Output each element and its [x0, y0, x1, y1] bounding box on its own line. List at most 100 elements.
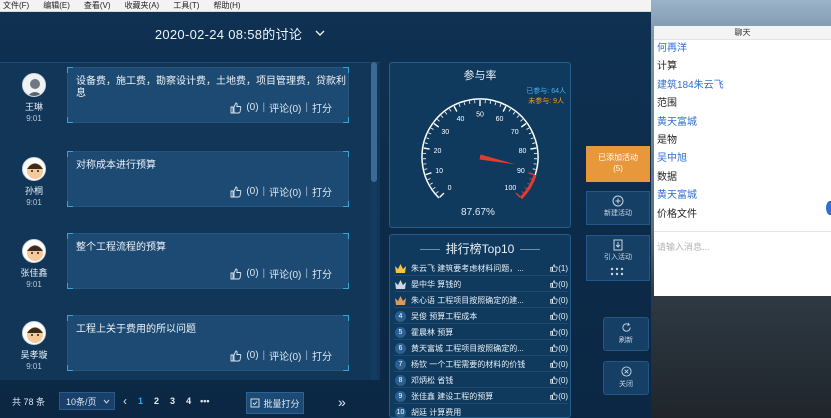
ranking-like-count: (0) [558, 375, 568, 385]
ranking-text: 胡廷 计算费用 [411, 407, 462, 417]
gauge-tick [439, 192, 445, 198]
ranking-likes[interactable]: (0) [544, 344, 568, 353]
gauge-tick-label: 80 [519, 148, 527, 155]
like-count[interactable]: (0) [246, 268, 258, 279]
gauge-tick [435, 191, 439, 194]
chat-sender: 建筑184朱云飞 [657, 79, 724, 91]
ranking-likes[interactable]: (0) [544, 328, 568, 337]
rank-number-label: 6 [395, 342, 406, 354]
list-item: 吴孝璇 9:01 工程上关于费用的所以问题 (0) | 评论(0) | 打分 [0, 310, 370, 394]
gauge-tick [426, 137, 430, 140]
gauge-tick [502, 105, 507, 112]
comment-link[interactable]: 评论(0) [269, 266, 301, 281]
menu-favorites[interactable]: 收藏夹(A) [125, 0, 160, 11]
thumbs-up-icon[interactable] [230, 102, 242, 114]
ranking-row[interactable]: 6 黄天富城 工程项目按照确定的... (0) [394, 341, 568, 356]
prev-page-button[interactable]: ‹ [123, 394, 127, 408]
post-card: 对称成本进行预算 (0) | 评论(0) | 打分 [67, 151, 349, 207]
plus-circle-icon [612, 195, 624, 207]
chat-input[interactable]: 请输入消息... [654, 231, 831, 296]
post-list-scrollbar[interactable] [371, 62, 377, 380]
more-pages[interactable]: ••• [200, 396, 209, 406]
batch-score-button[interactable]: 批量打分 [246, 392, 304, 414]
ranking-row[interactable]: 10 胡廷 计算费用 [394, 405, 568, 417]
score-link[interactable]: 打分 [312, 184, 332, 199]
gauge-tick [427, 178, 431, 181]
like-count[interactable]: (0) [246, 350, 258, 361]
participation-gauge: 0 10 20 30 40 50 60 70 80 90 100 [421, 98, 539, 200]
chat-window: 聊天 何再洋 计算 建筑184朱云飞 范围 黄天富城 是物 吴中旭 数据 黄天富城 价格文件 请输… [654, 26, 831, 296]
rank-number: 4 [394, 310, 407, 322]
ranking-likes[interactable]: (0) [544, 280, 568, 289]
ranking-row[interactable]: 5 霍晨林 预算 (0) [394, 325, 568, 340]
crown-icon [394, 262, 407, 274]
ranking-row[interactable]: 朱云飞 建筑要考虑材料问题，... (1) [394, 261, 568, 276]
total-count: 共 78 条 [12, 396, 46, 407]
gauge-tick [425, 172, 432, 176]
gauge-tick [428, 132, 432, 135]
gauge-tick [520, 119, 524, 122]
comment-link[interactable]: 评论(0) [269, 100, 301, 115]
page-4[interactable]: 4 [186, 396, 191, 406]
ranking-likes[interactable]: (1) [544, 264, 568, 273]
thumbs-up-icon[interactable] [230, 268, 242, 280]
menu-help[interactable]: 帮助(H) [213, 0, 240, 11]
like-count[interactable]: (0) [246, 102, 258, 113]
menu-tools[interactable]: 工具(T) [173, 0, 199, 11]
like-count[interactable]: (0) [246, 186, 258, 197]
page-1[interactable]: 1 [138, 396, 143, 406]
page-size-select[interactable]: 10条/页 [59, 392, 116, 410]
gauge-tick-label: 40 [457, 116, 465, 123]
import-icon [613, 239, 623, 251]
avatar [22, 239, 46, 263]
page-3[interactable]: 3 [170, 396, 175, 406]
gauge-tick [463, 102, 466, 106]
chat-message: 价格文件 [657, 208, 697, 220]
gauge-tick [458, 103, 461, 107]
ranking-likes[interactable]: (0) [544, 360, 568, 369]
rank-number-label: 5 [395, 326, 406, 338]
double-chevron-right-icon[interactable]: » [338, 394, 346, 410]
score-link[interactable]: 打分 [312, 266, 332, 281]
new-activity-button[interactable]: 新建活动 [586, 191, 650, 225]
post-author: 张佳鑫 [20, 268, 48, 278]
score-link[interactable]: 打分 [312, 100, 332, 115]
side-handle[interactable] [826, 201, 831, 215]
close-button[interactable]: 关闭 [603, 361, 649, 395]
thumbs-up-icon[interactable] [230, 186, 242, 198]
discussion-title[interactable]: 2020-02-24 08:58的讨论 [155, 24, 302, 43]
added-activity-button[interactable]: 已添加活动 (5) [586, 146, 650, 182]
thumbs-up-icon[interactable] [230, 350, 242, 362]
discussion-header: 2020-02-24 08:58的讨论 [0, 12, 651, 54]
gauge-tick [424, 142, 428, 144]
menu-edit[interactable]: 编辑(E) [43, 0, 70, 11]
ranking-likes[interactable]: (0) [544, 376, 568, 385]
ranking-row[interactable]: 9 张佳鑫 建设工程的预算 (0) [394, 389, 568, 404]
comment-link[interactable]: 评论(0) [269, 184, 301, 199]
gauge-tick [489, 100, 492, 105]
ranking-likes[interactable]: (0) [544, 312, 568, 321]
page-2[interactable]: 2 [154, 396, 159, 406]
menu-view[interactable]: 查看(V) [84, 0, 111, 11]
ranking-row[interactable]: 晏中华 算钱的 (0) [394, 277, 568, 292]
ranking-like-count: (1) [558, 263, 568, 273]
gauge-tick [440, 115, 444, 118]
score-link[interactable]: 打分 [312, 348, 332, 363]
gauge-tick-label: 30 [441, 129, 449, 136]
ranking-row[interactable]: 朱心语 工程项目按照确定的建... (0) [394, 293, 568, 308]
refresh-button[interactable]: 刷新 [603, 317, 649, 351]
ranking-likes[interactable]: (0) [544, 296, 568, 305]
post-card: 整个工程流程的预算 (0) | 评论(0) | 打分 [67, 233, 349, 289]
more-dots-icon[interactable] [610, 267, 624, 277]
chevron-down-icon[interactable] [314, 27, 326, 39]
ranking-row[interactable]: 8 邓炳松 省钱 (0) [394, 373, 568, 388]
menu-file[interactable]: 文件(F) [3, 0, 29, 11]
gauge-tick [508, 108, 511, 112]
post-time: 9:01 [26, 198, 42, 207]
ranking-likes[interactable]: (0) [544, 392, 568, 401]
gauge-tick [453, 105, 458, 112]
ranking-row[interactable]: 4 吴俊 预算工程成本 (0) [394, 309, 568, 324]
ranking-row[interactable]: 7 杨钦 一个工程需要的材料的价钱 (0) [394, 357, 568, 372]
comment-link[interactable]: 评论(0) [269, 348, 301, 363]
scrollbar-thumb[interactable] [371, 62, 377, 182]
